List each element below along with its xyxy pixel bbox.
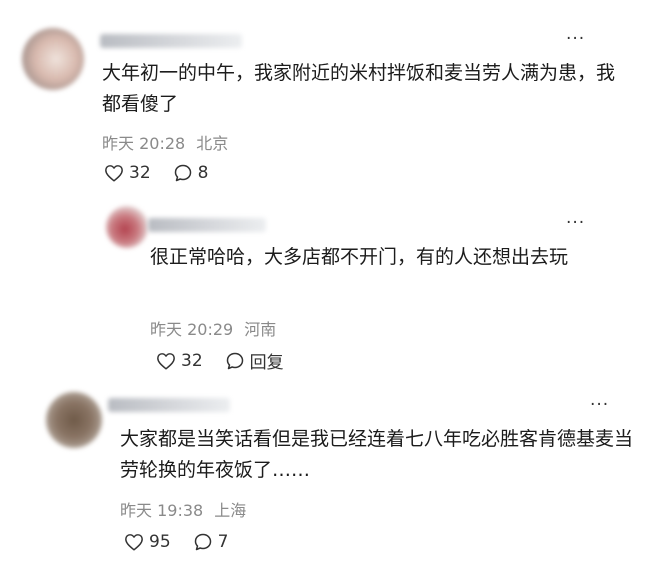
avatar[interactable] bbox=[46, 392, 102, 448]
comment-button[interactable]: 7 bbox=[193, 532, 229, 552]
location: 上海 bbox=[214, 501, 247, 520]
comment-actions: 32 回复 bbox=[156, 348, 306, 373]
timestamp: 昨天 19:38 bbox=[120, 501, 204, 520]
username[interactable] bbox=[148, 218, 266, 232]
username[interactable] bbox=[100, 34, 242, 48]
comment-text: 很正常哈哈，大多店都不开门，有的人还想出去玩 bbox=[150, 246, 569, 268]
avatar[interactable] bbox=[22, 28, 84, 90]
location: 河南 bbox=[244, 320, 277, 339]
like-count: 32 bbox=[181, 350, 203, 371]
heart-icon bbox=[157, 352, 175, 370]
like-button[interactable]: 95 bbox=[124, 532, 171, 552]
comment-meta: 昨天 19:38 上海 bbox=[120, 497, 246, 521]
comment-actions: 32 8 bbox=[104, 163, 230, 183]
location: 北京 bbox=[196, 134, 229, 153]
like-count: 32 bbox=[129, 163, 151, 183]
comment-bubble-icon bbox=[226, 352, 243, 369]
reply-count: 8 bbox=[197, 163, 209, 183]
comment-meta: 昨天 20:29 河南 bbox=[150, 316, 276, 340]
comment-button[interactable]: 8 bbox=[173, 163, 209, 183]
more-options-icon[interactable]: ··· bbox=[590, 397, 609, 414]
like-count: 95 bbox=[149, 532, 171, 552]
comment-bubble-icon bbox=[174, 164, 191, 182]
comment-text: 大家都是当笑话看但是我已经连着七八年吃必胜客肯德基麦当劳轮换的年夜饭了…… bbox=[120, 428, 634, 481]
heart-icon bbox=[105, 165, 123, 182]
more-options-icon[interactable]: ··· bbox=[566, 31, 585, 48]
reply-label: 回复 bbox=[249, 353, 284, 373]
avatar[interactable] bbox=[106, 206, 148, 248]
reply-button[interactable]: 回复 bbox=[225, 348, 284, 373]
comment-text: 大年初一的中午，我家附近的米村拌饭和麦当劳人满为患，我都看傻了 bbox=[102, 62, 616, 115]
more-options-icon[interactable]: ··· bbox=[566, 215, 585, 232]
like-button[interactable]: 32 bbox=[104, 163, 151, 183]
timestamp: 昨天 20:29 bbox=[150, 320, 234, 339]
heart-icon bbox=[125, 534, 143, 551]
username[interactable] bbox=[108, 398, 230, 412]
reply-count: 7 bbox=[217, 532, 229, 552]
comment-actions: 95 7 bbox=[124, 532, 250, 552]
timestamp: 昨天 20:28 bbox=[102, 134, 186, 153]
comment-bubble-icon bbox=[194, 533, 211, 551]
like-button[interactable]: 32 bbox=[156, 351, 203, 371]
comment-meta: 昨天 20:28 北京 bbox=[102, 130, 228, 154]
